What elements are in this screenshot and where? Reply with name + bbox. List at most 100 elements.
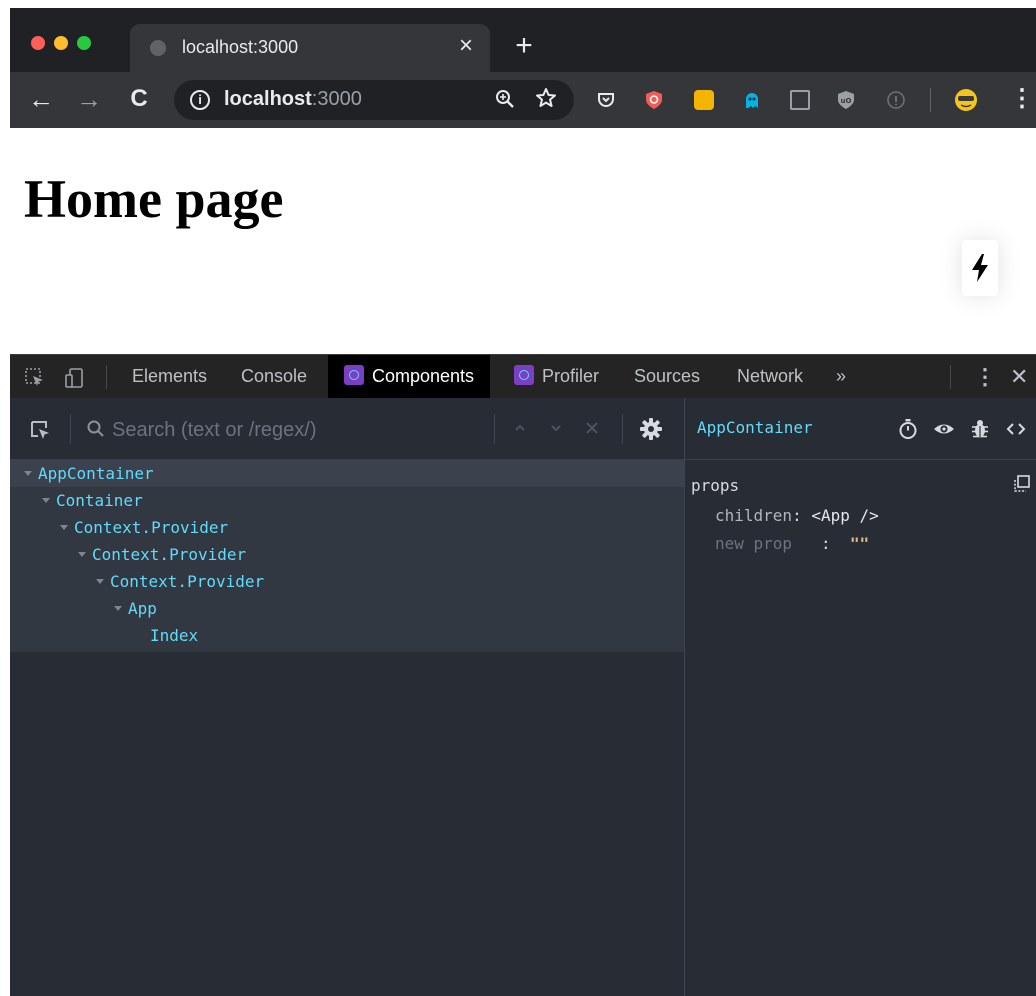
wallet-extension-icon[interactable] — [694, 90, 714, 110]
reload-button[interactable]: C — [124, 84, 154, 114]
react-icon — [514, 365, 534, 385]
reader-extension-icon[interactable] — [790, 90, 810, 110]
inspect-element-icon[interactable] — [24, 367, 46, 389]
search-icon — [86, 418, 106, 440]
new-prop-row[interactable]: new prop : "" — [715, 534, 869, 553]
tree-row-app[interactable]: App — [10, 595, 788, 622]
info-extension-icon[interactable] — [886, 90, 906, 110]
address-host: localhost — [224, 88, 312, 110]
fast-refresh-button[interactable] — [962, 240, 998, 296]
previous-result-icon[interactable] — [508, 416, 532, 440]
selected-component-name: AppContainer — [697, 418, 813, 437]
new-prop-value-input[interactable]: "" — [850, 534, 869, 553]
maximize-window-button[interactable] — [77, 36, 91, 50]
back-button[interactable]: ← — [26, 84, 56, 114]
prop-value: <App /> — [811, 506, 879, 525]
tree-label: Context.Provider — [92, 545, 247, 564]
searchbar-separator — [494, 414, 495, 444]
devtools-tab-bar: Elements Console Components Profiler Sou… — [10, 354, 1036, 398]
inspector-header: AppContainer — [685, 398, 1036, 460]
next-result-icon[interactable] — [544, 416, 568, 440]
component-tree-pane: AppContainer Container Context.Provider … — [10, 398, 698, 996]
expand-caret-icon[interactable] — [60, 525, 68, 530]
tree-row-context-provider[interactable]: Context.Provider — [10, 514, 734, 541]
prop-colon: : — [792, 506, 812, 525]
forward-button[interactable]: → — [74, 84, 104, 114]
profile-avatar[interactable] — [954, 88, 978, 112]
tab-profiler-label: Profiler — [542, 366, 600, 386]
globe-icon — [150, 40, 166, 56]
close-window-button[interactable] — [31, 36, 45, 50]
devtools-panel: AppContainer Container Context.Provider … — [10, 398, 1036, 996]
settings-gear-icon[interactable] — [638, 416, 664, 442]
address-url[interactable]: localhost:3000 — [224, 88, 362, 111]
new-tab-button[interactable]: + — [510, 31, 538, 61]
tab-network[interactable]: Network — [737, 355, 803, 398]
component-tree: AppContainer Container Context.Provider … — [10, 460, 698, 652]
ublock-icon[interactable]: uO — [836, 90, 856, 110]
devtools-separator — [106, 365, 107, 389]
pocket-icon[interactable] — [596, 90, 616, 110]
ghost-extension-icon[interactable] — [742, 90, 762, 110]
searchbar-separator — [622, 414, 623, 444]
clear-search-icon[interactable] — [580, 416, 604, 440]
minimize-window-button[interactable] — [54, 36, 68, 50]
select-element-icon[interactable] — [28, 418, 52, 442]
close-devtools-icon[interactable]: ✕ — [1010, 355, 1028, 398]
tree-label: Context.Provider — [74, 518, 229, 537]
prop-key: children — [715, 506, 793, 525]
browser-menu-icon[interactable]: ⋮ — [1010, 84, 1034, 114]
lightning-icon — [972, 254, 988, 282]
tree-row-context-provider[interactable]: Context.Provider — [10, 541, 752, 568]
tree-label: Index — [150, 626, 199, 645]
expand-caret-icon[interactable] — [24, 471, 32, 476]
tab-console[interactable]: Console — [241, 355, 307, 398]
view-source-icon[interactable] — [1005, 418, 1027, 440]
devtools-separator — [950, 365, 951, 389]
svg-text:uO: uO — [841, 97, 852, 105]
bug-icon[interactable] — [969, 418, 991, 440]
tab-components-label: Components — [372, 366, 475, 386]
copy-icon[interactable] — [1012, 474, 1032, 494]
tree-label: AppContainer — [38, 464, 154, 483]
eye-icon[interactable] — [933, 418, 955, 440]
tree-row-container[interactable]: Container — [10, 487, 716, 514]
prop-colon: : — [792, 534, 850, 553]
tab-components[interactable]: Components — [328, 355, 491, 398]
address-port: :3000 — [311, 88, 362, 110]
info-icon[interactable]: i — [190, 90, 210, 110]
expand-caret-icon[interactable] — [78, 552, 86, 557]
searchbar-separator — [70, 414, 71, 444]
more-tabs-button[interactable]: » — [836, 355, 846, 398]
props-section-label: props — [691, 476, 740, 495]
expand-caret-icon[interactable] — [42, 498, 50, 503]
tree-row-context-provider[interactable]: Context.Provider — [10, 568, 770, 595]
prop-row[interactable]: children: <App /> — [715, 506, 879, 525]
tab-strip: localhost:3000 × + — [10, 8, 1036, 72]
tree-label: App — [128, 599, 157, 618]
device-toolbar-icon[interactable] — [64, 367, 86, 389]
inspector-pane: AppContainer props children: <App /> new… — [685, 398, 1036, 996]
search-input[interactable] — [110, 410, 484, 450]
stopwatch-icon[interactable] — [897, 418, 919, 440]
close-tab-button[interactable]: × — [454, 34, 478, 58]
bookmark-star-icon[interactable] — [534, 86, 558, 110]
devtools-menu-icon[interactable]: ⋮ — [974, 355, 996, 398]
web-page: Home page — [10, 128, 1036, 354]
browser-tab[interactable]: localhost:3000 × — [130, 24, 490, 72]
browser-window: localhost:3000 × + ← → C i localhost:300… — [10, 8, 1036, 996]
zoom-icon[interactable] — [494, 88, 516, 110]
react-icon — [344, 365, 364, 385]
tree-label: Container — [56, 491, 143, 510]
tab-sources[interactable]: Sources — [634, 355, 700, 398]
new-prop-key-input[interactable]: new prop — [715, 534, 792, 553]
tree-label: Context.Provider — [110, 572, 265, 591]
tab-elements[interactable]: Elements — [132, 355, 207, 398]
tree-row-appcontainer[interactable]: AppContainer — [10, 460, 698, 487]
tab-profiler[interactable]: Profiler — [514, 355, 599, 398]
expand-caret-icon[interactable] — [96, 579, 104, 584]
tab-title: localhost:3000 — [182, 37, 299, 57]
address-bar[interactable]: i localhost:3000 — [174, 80, 574, 120]
shield-extension-icon[interactable] — [644, 90, 664, 110]
expand-caret-icon[interactable] — [114, 606, 122, 611]
